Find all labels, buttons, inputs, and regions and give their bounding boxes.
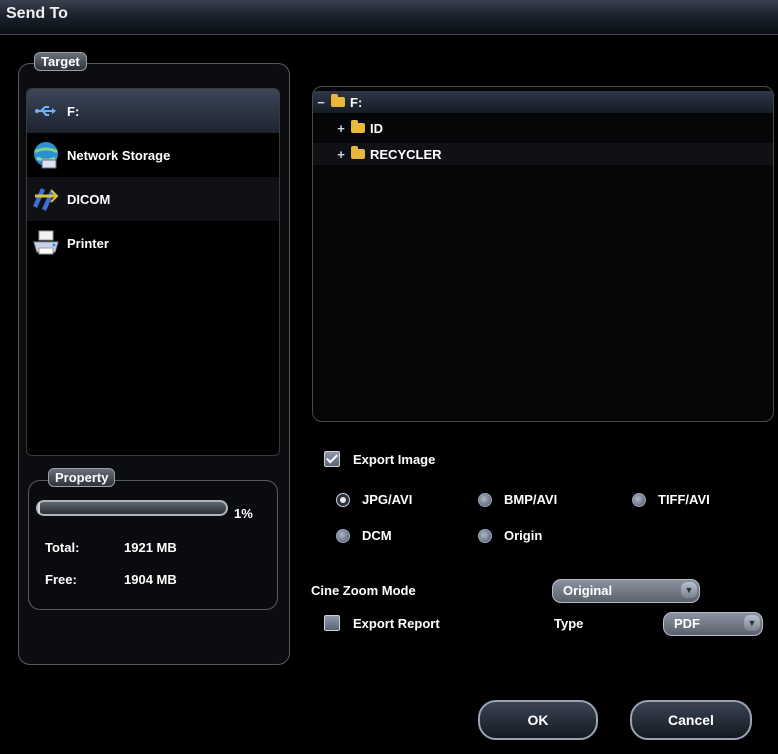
export-report-checkbox[interactable] bbox=[324, 615, 340, 631]
folder-icon bbox=[351, 120, 365, 133]
target-item-printer[interactable]: Printer bbox=[27, 221, 279, 265]
type-label: Type bbox=[554, 616, 584, 631]
chevron-down-icon[interactable]: ▼ bbox=[744, 615, 760, 631]
storage-usage-bar bbox=[36, 500, 228, 516]
cancel-button[interactable]: Cancel bbox=[630, 700, 752, 740]
export-image-checkbox[interactable] bbox=[324, 451, 340, 467]
expand-icon[interactable]: + bbox=[335, 121, 347, 136]
window-title: Send To bbox=[6, 5, 68, 22]
tree-node-label: F: bbox=[350, 94, 363, 110]
tree-node-id[interactable]: + ID bbox=[313, 117, 773, 139]
format-radio-jpg[interactable] bbox=[336, 493, 350, 507]
cine-zoom-mode-value: Original bbox=[563, 583, 613, 598]
title-bar: Send To bbox=[0, 0, 778, 35]
target-item-label: DICOM bbox=[67, 191, 111, 207]
dicom-icon bbox=[29, 182, 63, 216]
storage-usage-percent: 1% bbox=[234, 506, 253, 521]
folder-tree[interactable]: − F: + ID + RECYCLER bbox=[312, 86, 774, 422]
total-label: Total: bbox=[45, 540, 80, 555]
target-item-label: Printer bbox=[67, 235, 109, 251]
format-radio-dcm[interactable] bbox=[336, 529, 350, 543]
folder-icon bbox=[331, 94, 345, 107]
format-label-tiff: TIFF/AVI bbox=[658, 492, 710, 507]
printer-icon bbox=[29, 226, 63, 260]
ok-button[interactable]: OK bbox=[478, 700, 598, 740]
total-value: 1921 MB bbox=[124, 540, 177, 555]
type-select[interactable]: PDF ▼ bbox=[663, 612, 763, 636]
storage-usage-fill bbox=[38, 502, 40, 514]
target-item-usb[interactable]: F: bbox=[27, 89, 279, 133]
target-group-label: Target bbox=[34, 52, 87, 71]
target-item-network-storage[interactable]: Network Storage bbox=[27, 133, 279, 177]
network-globe-icon bbox=[29, 138, 63, 172]
target-item-dicom[interactable]: DICOM bbox=[27, 177, 279, 221]
folder-icon bbox=[351, 146, 365, 159]
target-list: F: Network Storage DICOM Printer bbox=[26, 88, 280, 456]
collapse-icon[interactable]: − bbox=[315, 95, 327, 110]
free-label: Free: bbox=[45, 572, 77, 587]
tree-node-root[interactable]: − F: bbox=[313, 91, 773, 113]
usb-icon bbox=[29, 94, 63, 128]
chevron-down-icon[interactable]: ▼ bbox=[681, 582, 697, 598]
format-label-origin: Origin bbox=[504, 528, 543, 543]
format-radio-tiff[interactable] bbox=[632, 493, 646, 507]
type-value: PDF bbox=[674, 616, 700, 631]
format-label-jpg: JPG/AVI bbox=[362, 492, 413, 507]
tree-node-recycler[interactable]: + RECYCLER bbox=[313, 143, 773, 165]
export-image-label: Export Image bbox=[353, 452, 436, 467]
target-item-label: Network Storage bbox=[67, 147, 171, 163]
target-item-label: F: bbox=[67, 103, 80, 119]
format-label-bmp: BMP/AVI bbox=[504, 492, 558, 507]
tree-node-label: ID bbox=[370, 120, 383, 136]
property-group-label: Property bbox=[48, 468, 116, 487]
export-report-label: Export Report bbox=[353, 616, 440, 631]
format-label-dcm: DCM bbox=[362, 528, 392, 543]
free-value: 1904 MB bbox=[124, 572, 177, 587]
cine-zoom-mode-label: Cine Zoom Mode bbox=[311, 583, 416, 598]
tree-node-label: RECYCLER bbox=[370, 146, 442, 162]
format-radio-origin[interactable] bbox=[478, 529, 492, 543]
format-radio-bmp[interactable] bbox=[478, 493, 492, 507]
cine-zoom-mode-select[interactable]: Original ▼ bbox=[552, 579, 700, 603]
expand-icon[interactable]: + bbox=[335, 147, 347, 162]
